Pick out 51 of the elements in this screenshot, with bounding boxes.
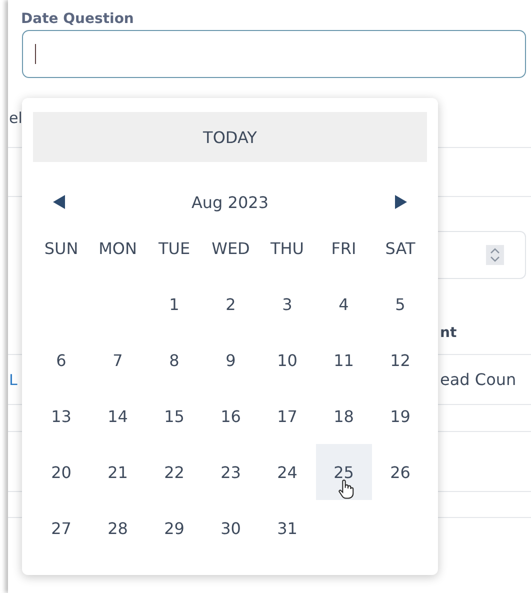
- calendar-day[interactable]: 6: [33, 332, 90, 388]
- weekday-header: FRI: [330, 238, 358, 260]
- weekday-header: TUE: [157, 238, 192, 260]
- field-label: Date Question: [20, 10, 135, 29]
- calendar-day[interactable]: 3: [259, 276, 316, 332]
- row-label: el: [9, 108, 22, 126]
- calendar-day[interactable]: 31: [259, 500, 316, 556]
- calendar-day[interactable]: 20: [33, 444, 90, 500]
- weekday-header: MON: [98, 238, 138, 260]
- weekday-header: SUN: [43, 238, 80, 260]
- calendar-day[interactable]: 7: [90, 332, 146, 388]
- calendar-day[interactable]: 10: [259, 332, 316, 388]
- table-link[interactable]: L: [9, 370, 18, 388]
- today-button[interactable]: TODAY: [33, 112, 427, 162]
- text-cursor: [35, 44, 36, 64]
- weekday-header: WED: [210, 238, 251, 260]
- calendar-day[interactable]: 5: [372, 276, 428, 332]
- date-input-field[interactable]: [22, 30, 526, 78]
- calendar-day[interactable]: 15: [146, 388, 202, 444]
- weekday-header: THU: [269, 238, 305, 260]
- calendar-day[interactable]: 13: [33, 388, 90, 444]
- calendar-day[interactable]: 18: [316, 388, 372, 444]
- calendar-day[interactable]: 14: [90, 388, 146, 444]
- previous-month-icon[interactable]: [53, 195, 65, 209]
- calendar-day[interactable]: 25: [316, 444, 372, 500]
- calendar-day[interactable]: 19: [372, 388, 428, 444]
- calendar-day[interactable]: 17: [259, 388, 316, 444]
- calendar-day[interactable]: 21: [90, 444, 146, 500]
- calendar-day[interactable]: 24: [259, 444, 316, 500]
- calendar-day[interactable]: 28: [90, 500, 146, 556]
- calendar-day[interactable]: 16: [202, 388, 259, 444]
- calendar-day[interactable]: 27: [33, 500, 90, 556]
- calendar-day[interactable]: 1: [146, 276, 202, 332]
- pointer-hand-icon: [338, 479, 354, 499]
- spinner-icon[interactable]: [486, 244, 504, 264]
- weekday-header: SAT: [384, 238, 416, 260]
- calendar-day[interactable]: 9: [202, 332, 259, 388]
- column-header: nt: [440, 325, 457, 341]
- calendar-day[interactable]: 23: [202, 444, 259, 500]
- calendar-day[interactable]: 30: [202, 500, 259, 556]
- calendar-day[interactable]: 2: [202, 276, 259, 332]
- calendar-day[interactable]: 8: [146, 332, 202, 388]
- month-title: Aug 2023: [191, 192, 269, 212]
- calendar-day[interactable]: 11: [316, 332, 372, 388]
- calendar-day[interactable]: 12: [372, 332, 428, 388]
- calendar-day[interactable]: 22: [146, 444, 202, 500]
- table-cell: ead Coun: [440, 370, 516, 389]
- calendar-day[interactable]: 26: [372, 444, 428, 500]
- calendar-day[interactable]: 29: [146, 500, 202, 556]
- calendar-day[interactable]: 4: [316, 276, 372, 332]
- next-month-icon[interactable]: [394, 195, 407, 209]
